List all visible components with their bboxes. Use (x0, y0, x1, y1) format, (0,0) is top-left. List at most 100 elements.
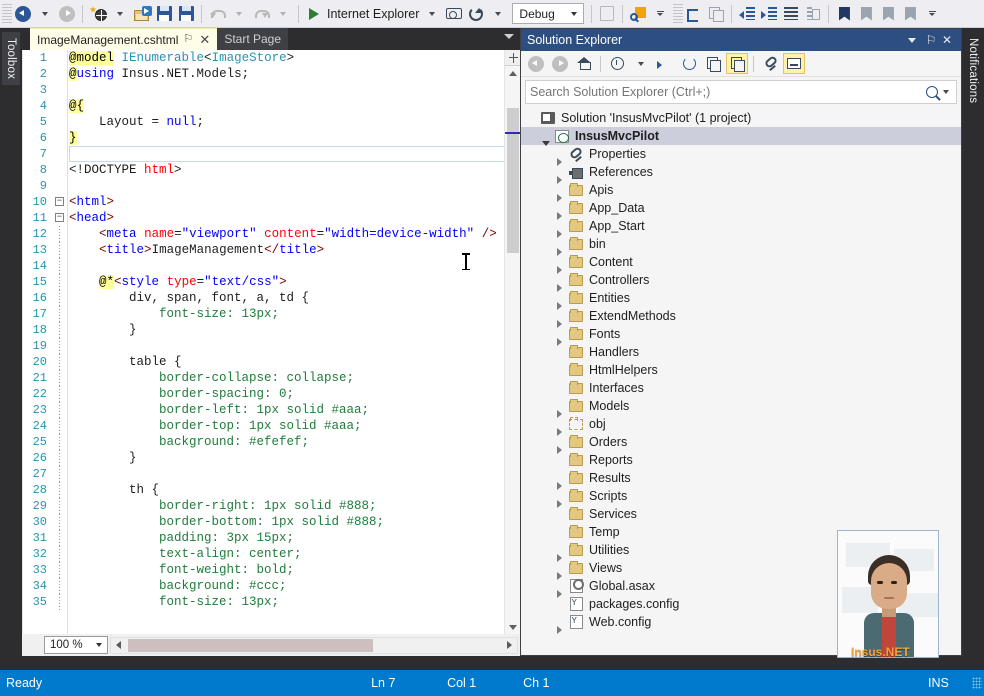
redo-dropdown[interactable] (272, 3, 294, 25)
tree-node[interactable]: Handlers (521, 343, 961, 361)
code-line[interactable]: 21 border-collapse: collapse; (23, 370, 520, 386)
comment-selection-button[interactable] (780, 3, 802, 25)
outlining-margin[interactable] (53, 274, 67, 290)
outlining-margin[interactable] (53, 514, 67, 530)
find-dropdown[interactable] (649, 3, 671, 25)
outlining-margin[interactable] (53, 450, 67, 466)
close-icon[interactable]: ✕ (939, 33, 955, 47)
outlining-margin[interactable] (53, 498, 67, 514)
outlining-margin[interactable] (53, 338, 67, 354)
code-line[interactable]: 7 (23, 146, 520, 162)
code-line[interactable]: 3 (23, 82, 520, 98)
code-line[interactable]: 13 <title>ImageManagement</title> (23, 242, 520, 258)
save-all-button[interactable] (175, 3, 197, 25)
undo-dropdown[interactable] (228, 3, 250, 25)
tree-node[interactable]: Properties (521, 145, 961, 166)
window-button[interactable] (596, 3, 618, 25)
outlining-margin[interactable] (53, 258, 67, 274)
scroll-up-arrow[interactable] (505, 66, 520, 80)
solution-configuration-select[interactable]: Debug (512, 3, 585, 24)
preview-selected-items-button[interactable] (783, 53, 805, 74)
code-line[interactable]: 34 background: #ccc; (23, 578, 520, 594)
navigate-backward-button[interactable] (12, 3, 34, 25)
tree-node[interactable]: Entities (521, 289, 961, 310)
code-line[interactable]: 9 (23, 178, 520, 194)
tree-node[interactable]: ExtendMethods (521, 307, 961, 328)
tree-node[interactable]: HtmlHelpers (521, 361, 961, 379)
tree-node[interactable]: Services (521, 505, 961, 523)
outlining-margin[interactable] (53, 290, 67, 306)
refresh-button[interactable] (465, 3, 487, 25)
outlining-margin[interactable] (53, 578, 67, 594)
new-project-button[interactable] (87, 3, 109, 25)
show-all-files-button[interactable] (726, 53, 748, 74)
outlining-margin[interactable] (53, 354, 67, 370)
start-debugging-label[interactable]: Internet Explorer (325, 7, 421, 21)
tree-node[interactable]: Controllers (521, 271, 961, 292)
active-files-dropdown-icon[interactable] (504, 34, 514, 39)
tree-node[interactable]: InsusMvcPilot (521, 127, 961, 146)
uncomment-selection-button[interactable] (802, 3, 824, 25)
code-line[interactable]: 6} (23, 130, 520, 146)
toolbox-tab[interactable]: Toolbox (2, 32, 20, 86)
horizontal-scroll-thumb[interactable] (128, 638, 373, 652)
code-line[interactable]: 23 border-left: 1px solid #aaa; (23, 402, 520, 418)
pending-changes-button[interactable] (606, 53, 628, 74)
search-input[interactable] (530, 85, 926, 99)
outlining-margin[interactable] (53, 546, 67, 562)
find-in-files-button[interactable] (627, 3, 649, 25)
code-line[interactable]: 28 th { (23, 482, 520, 498)
outlining-margin[interactable]: − (53, 210, 67, 226)
code-line[interactable]: 25 background: #efefef; (23, 434, 520, 450)
toolbar-overflow-button[interactable] (921, 3, 943, 25)
collapse-all-button[interactable] (702, 53, 724, 74)
code-line[interactable]: 31 padding: 3px 15px; (23, 530, 520, 546)
outlining-margin[interactable] (53, 242, 67, 258)
code-line[interactable]: 14 (23, 258, 520, 274)
outlining-margin[interactable] (53, 82, 67, 98)
document-tab-imagemanagement[interactable]: ImageManagement.cshtml ⚐ ✕ (30, 28, 218, 50)
decrease-indent-button[interactable] (736, 3, 758, 25)
next-bookmark-button[interactable] (877, 3, 899, 25)
redo-button[interactable] (250, 3, 272, 25)
tree-node[interactable]: Solution 'InsusMvcPilot' (1 project) (521, 109, 961, 127)
code-line[interactable]: 10− <html> (23, 194, 520, 210)
forward-button[interactable] (549, 53, 571, 74)
outlining-margin[interactable] (53, 114, 67, 130)
undo-button[interactable] (206, 3, 228, 25)
code-line[interactable]: 8 <!DOCTYPE html> (23, 162, 520, 178)
outlining-margin[interactable] (53, 130, 67, 146)
code-line[interactable]: 30 border-bottom: 1px solid #888; (23, 514, 520, 530)
code-line[interactable]: 17 font-size: 13px; (23, 306, 520, 322)
code-line[interactable]: 12 <meta name="viewport" content="width=… (23, 226, 520, 242)
tree-node[interactable]: Orders (521, 433, 961, 454)
search-icon[interactable] (926, 86, 938, 98)
toolbar-grip-2[interactable] (673, 3, 684, 24)
outlining-margin[interactable]: − (53, 194, 67, 210)
pin-icon[interactable]: ⚐ (183, 34, 194, 45)
outlining-margin[interactable] (53, 98, 67, 114)
back-button[interactable] (525, 53, 547, 74)
comment-block-button[interactable] (705, 3, 727, 25)
increase-indent-button[interactable] (758, 3, 780, 25)
refresh-button[interactable] (678, 53, 700, 74)
tree-node[interactable]: Results (521, 469, 961, 490)
scroll-left-arrow[interactable] (111, 638, 126, 653)
outlining-margin[interactable] (53, 178, 67, 194)
split-view-handle[interactable] (505, 50, 520, 66)
code-line[interactable]: 22 border-spacing: 0; (23, 386, 520, 402)
code-line[interactable]: 33 font-weight: bold; (23, 562, 520, 578)
tree-node[interactable]: Content (521, 253, 961, 274)
toggle-bookmark-button[interactable] (833, 3, 855, 25)
tree-node[interactable]: Scripts (521, 487, 961, 508)
tree-node[interactable]: App_Start (521, 217, 961, 238)
tree-node[interactable]: References (521, 163, 961, 184)
tree-node[interactable]: Reports (521, 451, 961, 469)
save-button[interactable] (153, 3, 175, 25)
outlining-margin[interactable] (53, 226, 67, 242)
editor-horizontal-scrollbar[interactable] (110, 636, 518, 654)
code-line[interactable]: 1 @model IEnumerable<ImageStore> (23, 50, 520, 66)
refresh-dropdown[interactable] (487, 3, 509, 25)
code-line[interactable]: 27 (23, 466, 520, 482)
code-line[interactable]: 35 font-size: 13px; (23, 594, 520, 610)
